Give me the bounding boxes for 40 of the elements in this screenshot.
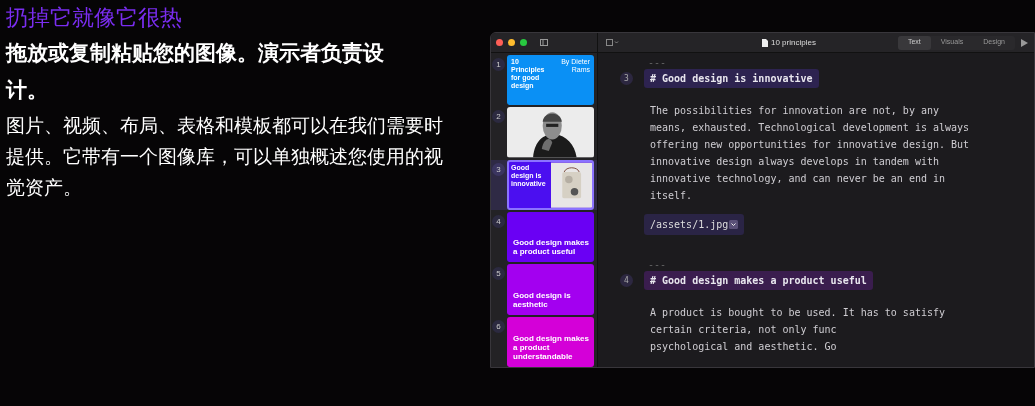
slide-thumbnail[interactable]: Good design makes a product understandable <box>507 316 594 367</box>
slide-heading: # Good design is innovative <box>644 69 819 88</box>
slide-number: 2 <box>492 110 505 124</box>
body-text-line: innovative design always develops in tandem with <box>650 155 940 169</box>
slide-number: 3 <box>620 72 633 85</box>
subheading: 拖放或复制粘贴您的图像。演示者负责设计。 <box>6 40 385 103</box>
body-text-line: offering new opportunities for innovative design. But <box>650 138 971 152</box>
headline: 扔掉它就像它很热 <box>6 4 183 32</box>
slide-heading: # Good design makes a product useful <box>644 271 873 290</box>
slide-number: 5 <box>492 267 505 281</box>
asset-chip[interactable]: /assets/1.jpg <box>644 214 745 235</box>
body-text-line: The possibilities for innovation are not, by any <box>650 104 940 118</box>
separator-text: --- <box>648 57 668 69</box>
slide-thumbnail[interactable]: Good design makes a product useful <box>507 212 594 263</box>
slide-number: 3 <box>492 162 505 176</box>
body-text-line: certain criteria, not only func <box>650 323 838 337</box>
body-text-line: means, exhausted. Technological development is always <box>650 121 971 135</box>
slide-number: 6 <box>492 319 505 333</box>
slide-number: 1 <box>492 58 505 71</box>
document-icon <box>762 38 768 47</box>
slide-number: 4 <box>620 274 633 287</box>
zoom-button[interactable] <box>520 39 527 46</box>
sidebar-icon[interactable] <box>540 39 548 46</box>
body-text-line: psychological and aesthetic. Go <box>650 340 838 354</box>
slide-title: Good design makes a product understandable <box>513 333 591 361</box>
document-title: 10 principles <box>771 36 816 49</box>
body-text-line: innovative technology, and can never be an end in <box>650 172 946 186</box>
separator-text: --- <box>648 259 668 271</box>
slide-thumbnail[interactable]: Good design is aesthetic <box>507 264 594 315</box>
description: 图片、视频、布局、表格和模板都可以在我们需要时提供。它带有一个图像库，可以单独概述您使用的视觉资产。 <box>6 114 444 200</box>
slide-number: 4 <box>492 215 505 228</box>
body-text-line: A product is bought to be used. It has to satisfy <box>650 306 946 320</box>
slide-title: Good design is aesthetic <box>513 290 572 309</box>
close-button[interactable] <box>496 39 503 46</box>
body-text-line: itself. <box>650 189 694 203</box>
play-icon[interactable] <box>1021 38 1028 47</box>
layout-menu-icon[interactable] <box>606 39 620 46</box>
dropdown-icon[interactable] <box>729 220 739 229</box>
minimize-button[interactable] <box>508 39 515 46</box>
slide-title: Good design makes a product useful <box>513 238 591 257</box>
